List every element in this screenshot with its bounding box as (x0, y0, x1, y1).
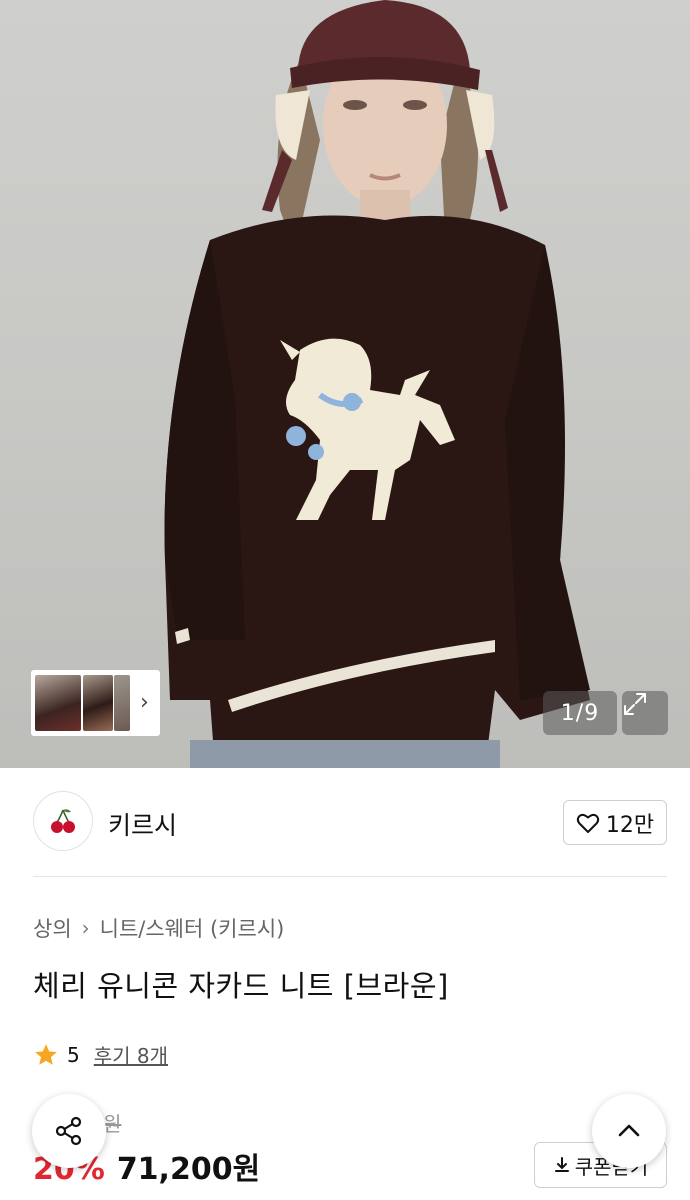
product-image-carousel[interactable]: › 1/9 (0, 0, 690, 768)
breadcrumb: 상의 › 니트/스웨터 (키르시) (33, 913, 284, 943)
rating-summary: 5 후기 8개 (33, 1040, 168, 1069)
chevron-right-icon[interactable]: › (140, 692, 149, 714)
share-button[interactable] (32, 1094, 106, 1168)
shop-name[interactable]: 키르시 (108, 806, 177, 842)
breadcrumb-category[interactable]: 상의 (33, 913, 72, 943)
scroll-top-button[interactable] (592, 1094, 666, 1168)
shop-logo[interactable] (33, 791, 93, 851)
reviews-link[interactable]: 후기 8개 (94, 1040, 168, 1069)
share-icon (55, 1116, 82, 1146)
thumbnail-image[interactable] (83, 675, 113, 731)
like-count: 12만 (605, 812, 655, 838)
expand-button[interactable] (622, 691, 668, 735)
image-pager: 1/9 (543, 691, 617, 735)
cherry-icon (51, 809, 75, 833)
thumbnail-image[interactable] (114, 675, 130, 731)
thumbnail-image[interactable] (35, 675, 81, 731)
product-title: 체리 유니콘 자카드 니트 [브라운] (33, 969, 449, 1003)
thumbnail-strip[interactable]: › (31, 670, 160, 736)
chevron-up-icon (618, 1124, 640, 1137)
heart-outline-icon (576, 813, 599, 833)
like-button[interactable]: 12만 (563, 800, 667, 845)
download-icon (554, 1157, 569, 1172)
sale-price: 71,200원 (116, 1152, 261, 1187)
star-icon (35, 1043, 57, 1065)
breadcrumb-subcategory[interactable]: 니트/스웨터 (키르시) (100, 913, 285, 943)
expand-icon (624, 693, 646, 715)
chevron-right-icon: › (81, 916, 90, 940)
rating-score: 5 (67, 1042, 80, 1067)
divider (33, 876, 667, 877)
product-photo (164, 0, 590, 768)
